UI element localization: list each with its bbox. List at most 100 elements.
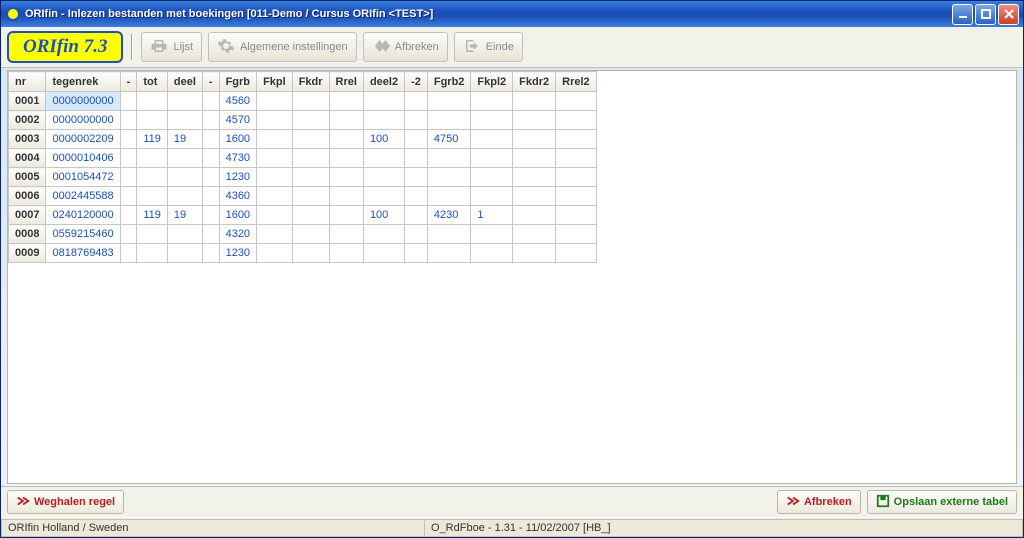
cell-Fgrb[interactable]: 1230 <box>219 168 256 187</box>
cell-Rrel[interactable] <box>329 168 363 187</box>
cell-tot[interactable] <box>137 168 168 187</box>
column-header[interactable]: Fkpl2 <box>471 72 513 92</box>
cell-deel[interactable] <box>167 111 202 130</box>
cell-Fkpl2[interactable] <box>471 130 513 149</box>
cell-Fgrb2[interactable] <box>427 168 471 187</box>
cell-Fkdr[interactable] <box>292 206 329 225</box>
cell-nr[interactable]: 0003 <box>9 130 46 149</box>
cell-Fgrb2[interactable]: 4230 <box>427 206 471 225</box>
cell-nr[interactable]: 0004 <box>9 149 46 168</box>
cell-Fkpl2[interactable] <box>471 168 513 187</box>
cell-Rrel[interactable] <box>329 244 363 263</box>
cell-Fkpl2[interactable] <box>471 149 513 168</box>
cell-c6[interactable] <box>202 244 219 263</box>
cell-Fgrb[interactable]: 4730 <box>219 149 256 168</box>
cell-Fkdr[interactable] <box>292 244 329 263</box>
cell-Rrel[interactable] <box>329 92 363 111</box>
cell-Rrel[interactable] <box>329 187 363 206</box>
cell-c6[interactable] <box>202 187 219 206</box>
cell-deel[interactable]: 19 <box>167 206 202 225</box>
cell-tot[interactable] <box>137 92 168 111</box>
column-header[interactable]: - <box>202 72 219 92</box>
cell-Fkdr[interactable] <box>292 168 329 187</box>
cell-tegenrek[interactable]: 0001054472 <box>46 168 120 187</box>
cell-Fgrb2[interactable] <box>427 225 471 244</box>
cell-Fkdr2[interactable] <box>513 225 556 244</box>
cell-c6[interactable] <box>202 92 219 111</box>
cell-deel[interactable] <box>167 187 202 206</box>
cell-c12[interactable] <box>405 168 428 187</box>
cell-Fkdr[interactable] <box>292 187 329 206</box>
cell-c3[interactable] <box>120 149 137 168</box>
cell-Rrel2[interactable] <box>556 225 597 244</box>
cell-Fkpl[interactable] <box>257 225 293 244</box>
cell-Fkpl2[interactable] <box>471 187 513 206</box>
cell-deel2[interactable] <box>363 244 404 263</box>
column-header[interactable]: Rrel <box>329 72 363 92</box>
cell-c3[interactable] <box>120 168 137 187</box>
cell-Fkpl[interactable] <box>257 244 293 263</box>
table-row[interactable]: 000200000000004570 <box>9 111 597 130</box>
cell-c12[interactable] <box>405 130 428 149</box>
cell-nr[interactable]: 0008 <box>9 225 46 244</box>
cell-Fkdr2[interactable] <box>513 244 556 263</box>
cell-tegenrek[interactable]: 0000010406 <box>46 149 120 168</box>
cell-deel2[interactable] <box>363 149 404 168</box>
cell-Fgrb2[interactable] <box>427 244 471 263</box>
table-row[interactable]: 00040000010406 4730 <box>9 149 597 168</box>
cell-Fkpl2[interactable] <box>471 225 513 244</box>
cell-Fkdr2[interactable] <box>513 187 556 206</box>
cell-c3[interactable] <box>120 92 137 111</box>
data-grid[interactable]: nrtegenrek-totdeel-FgrbFkplFkdrRreldeel2… <box>8 71 597 263</box>
cell-Fkdr[interactable] <box>292 149 329 168</box>
cell-deel2[interactable] <box>363 168 404 187</box>
cell-c3[interactable] <box>120 130 137 149</box>
cell-tot[interactable]: 119 <box>137 130 168 149</box>
cell-tot[interactable] <box>137 244 168 263</box>
cell-nr[interactable]: 0005 <box>9 168 46 187</box>
cell-c12[interactable] <box>405 244 428 263</box>
cell-Fkdr[interactable] <box>292 92 329 111</box>
cell-Fkpl[interactable] <box>257 130 293 149</box>
cell-Rrel2[interactable] <box>556 111 597 130</box>
maximize-button[interactable] <box>975 4 996 25</box>
column-header[interactable]: -2 <box>405 72 428 92</box>
cell-tot[interactable] <box>137 187 168 206</box>
cell-deel2[interactable] <box>363 92 404 111</box>
cell-deel[interactable] <box>167 149 202 168</box>
column-header[interactable]: Fgrb <box>219 72 256 92</box>
cell-Fkdr2[interactable] <box>513 92 556 111</box>
column-header[interactable]: Rrel2 <box>556 72 597 92</box>
cell-c6[interactable] <box>202 111 219 130</box>
cell-c6[interactable] <box>202 149 219 168</box>
cell-Fkdr[interactable] <box>292 130 329 149</box>
table-row[interactable]: 000600024455884360 <box>9 187 597 206</box>
cell-Fkdr2[interactable] <box>513 149 556 168</box>
cell-nr[interactable]: 0006 <box>9 187 46 206</box>
cell-Fkpl2[interactable] <box>471 244 513 263</box>
cell-Fgrb2[interactable] <box>427 92 471 111</box>
cell-deel[interactable] <box>167 244 202 263</box>
cell-deel2[interactable]: 100 <box>363 130 404 149</box>
cell-Fkdr[interactable] <box>292 225 329 244</box>
cell-tot[interactable] <box>137 111 168 130</box>
cell-Fkdr2[interactable] <box>513 130 556 149</box>
cell-Rrel[interactable] <box>329 149 363 168</box>
cell-deel[interactable] <box>167 225 202 244</box>
cell-deel[interactable] <box>167 92 202 111</box>
cell-Fkdr2[interactable] <box>513 111 556 130</box>
algemene-instellingen-button[interactable]: Algemene instellingen <box>208 32 357 62</box>
cell-Fkpl2[interactable]: 1 <box>471 206 513 225</box>
table-row[interactable]: 000908187694831230 <box>9 244 597 263</box>
column-header[interactable]: Fkpl <box>257 72 293 92</box>
cell-Fkpl[interactable] <box>257 149 293 168</box>
cell-deel2[interactable] <box>363 111 404 130</box>
cell-Fgrb[interactable]: 4570 <box>219 111 256 130</box>
table-row[interactable]: 00050001054472 1230 <box>9 168 597 187</box>
opslaan-externe-tabel-button[interactable]: Opslaan externe tabel <box>867 490 1017 514</box>
cell-deel[interactable]: 19 <box>167 130 202 149</box>
cell-c3[interactable] <box>120 187 137 206</box>
afbreken-toolbar-button[interactable]: Afbreken <box>363 32 448 62</box>
cell-tot[interactable]: 119 <box>137 206 168 225</box>
cell-Fkpl[interactable] <box>257 168 293 187</box>
